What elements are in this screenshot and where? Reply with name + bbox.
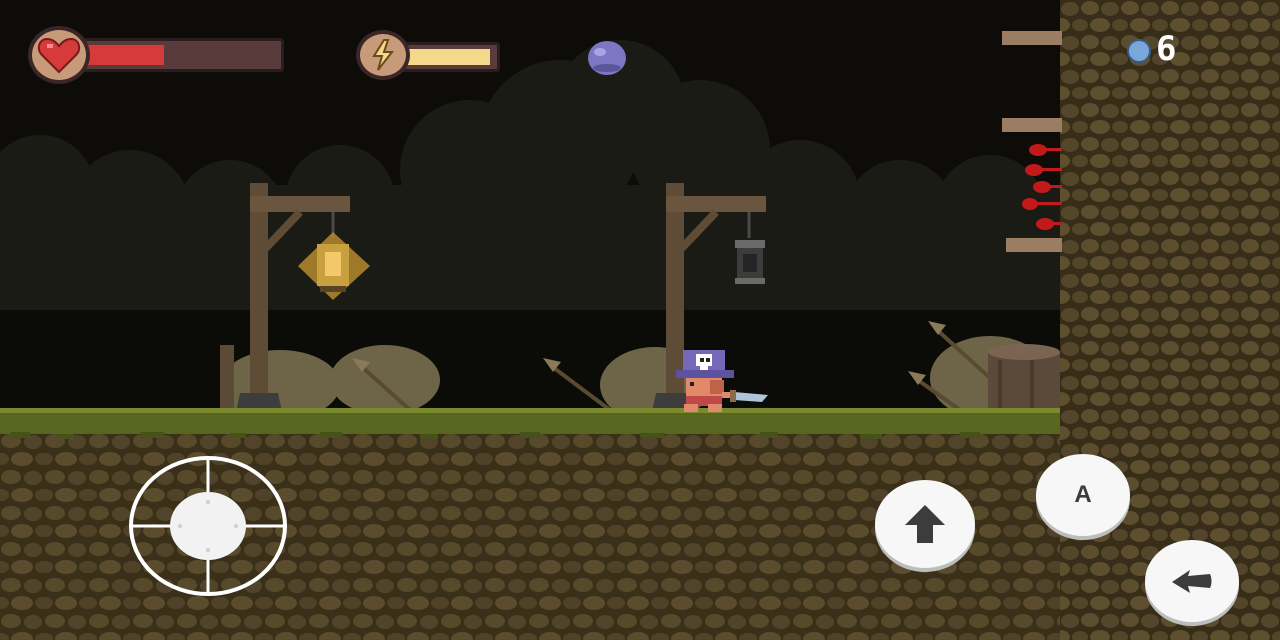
jump-button[interactable]: [875, 480, 975, 568]
attack-button-label: A: [1074, 481, 1092, 508]
dash-arrow-icon: [1172, 570, 1212, 593]
joystick-thumb[interactable]: [170, 492, 246, 560]
grass-strip: [0, 410, 1070, 434]
health-bar-fill: [88, 45, 164, 65]
tree-stump: [988, 344, 1060, 412]
health-bar-frame: [82, 38, 284, 72]
energy-icon-frame: [356, 30, 410, 80]
up-arrow-icon: [905, 505, 945, 543]
game-screen: 6 A: [0, 0, 1280, 640]
energy-bar-frame: [400, 42, 500, 72]
purple-orb-icon: [588, 41, 626, 75]
coin-count: 6: [1156, 29, 1177, 69]
lightning-icon: [372, 39, 395, 71]
virtual-joystick[interactable]: [128, 455, 288, 597]
heart-icon: [37, 37, 81, 74]
coin-counter: 6: [1124, 30, 1194, 70]
blue-coin-icon: [1127, 39, 1151, 63]
unlit-lantern: [735, 240, 765, 284]
dash-button[interactable]: [1145, 540, 1239, 622]
attack-button[interactable]: A: [1036, 454, 1130, 536]
health-icon-frame: [28, 26, 90, 84]
fence-post: [220, 345, 234, 410]
energy-bar-fill: [406, 49, 490, 65]
